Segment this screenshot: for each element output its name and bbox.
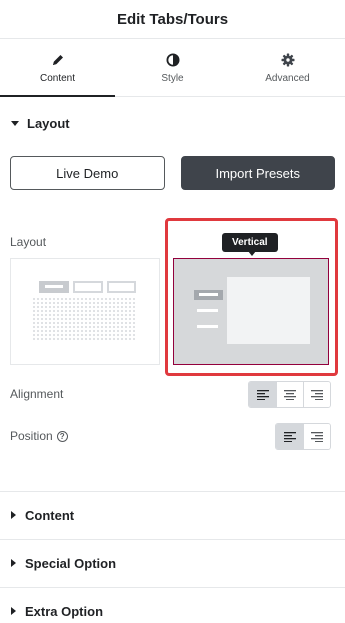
alignment-control (248, 381, 331, 408)
section-layout-header[interactable]: Layout (0, 97, 345, 149)
half-circle-icon (165, 52, 181, 68)
align-center-button[interactable] (276, 382, 303, 407)
preset-tab (194, 306, 223, 316)
gear-icon (280, 52, 296, 68)
alignment-label: Alignment (10, 387, 63, 401)
tab-style[interactable]: Style (115, 39, 230, 96)
align-right-icon (311, 389, 323, 400)
panel-header: Edit Tabs/Tours (0, 0, 345, 39)
align-left-button[interactable] (249, 382, 276, 407)
import-presets-button[interactable]: Import Presets (180, 156, 335, 190)
tab-content-label: Content (39, 72, 76, 84)
position-control (275, 423, 331, 450)
section-extra-option-title: Extra Option (25, 603, 104, 619)
preset-tab-active (194, 290, 223, 300)
tab-style-label: Style (161, 72, 184, 84)
horizontal-preset[interactable] (10, 258, 160, 365)
caret-right-icon (11, 607, 16, 615)
pencil-icon (50, 52, 66, 68)
position-label-text: Position (10, 429, 53, 443)
tab-advanced[interactable]: Advanced (230, 39, 345, 96)
help-icon[interactable]: ? (56, 430, 68, 442)
panel-title: Edit Tabs/Tours (116, 10, 229, 28)
layout-label: Layout (10, 235, 47, 249)
section-special-option-header[interactable]: Special Option (0, 540, 345, 586)
position-right-button[interactable] (303, 424, 330, 449)
align-right-icon (311, 431, 323, 442)
preset-tab (73, 281, 103, 293)
preset-content-area (32, 297, 137, 341)
align-left-icon (256, 389, 269, 400)
position-label: Position ? (10, 429, 68, 443)
preset-content-area (227, 277, 310, 344)
align-left-icon (283, 431, 296, 442)
align-center-icon (284, 389, 296, 400)
preset-tab-active (39, 281, 69, 293)
preset-buttons-row: Live Demo Import Presets (0, 156, 345, 190)
tab-advanced-label: Advanced (265, 72, 310, 84)
tab-content[interactable]: Content (0, 39, 115, 97)
preset-tooltip: Vertical (222, 233, 278, 252)
vertical-preset[interactable] (173, 258, 329, 365)
preset-tab (107, 281, 136, 293)
alignment-label-text: Alignment (10, 387, 64, 401)
live-demo-button[interactable]: Live Demo (10, 156, 165, 190)
align-right-button[interactable] (303, 382, 330, 407)
section-extra-option-header[interactable]: Extra Option (0, 588, 345, 623)
preset-tab (194, 322, 223, 332)
panel-tabs: Content Style Advanced (0, 39, 345, 97)
caret-right-icon (11, 559, 16, 567)
position-left-button[interactable] (276, 424, 303, 449)
tooltip-arrow (248, 251, 256, 256)
caret-right-icon (11, 511, 16, 519)
section-content-header[interactable]: Content (0, 492, 345, 538)
section-special-option-title: Special Option (25, 555, 117, 571)
caret-down-icon (11, 120, 19, 126)
section-layout-title: Layout (27, 115, 70, 131)
section-content-title: Content (25, 507, 75, 523)
